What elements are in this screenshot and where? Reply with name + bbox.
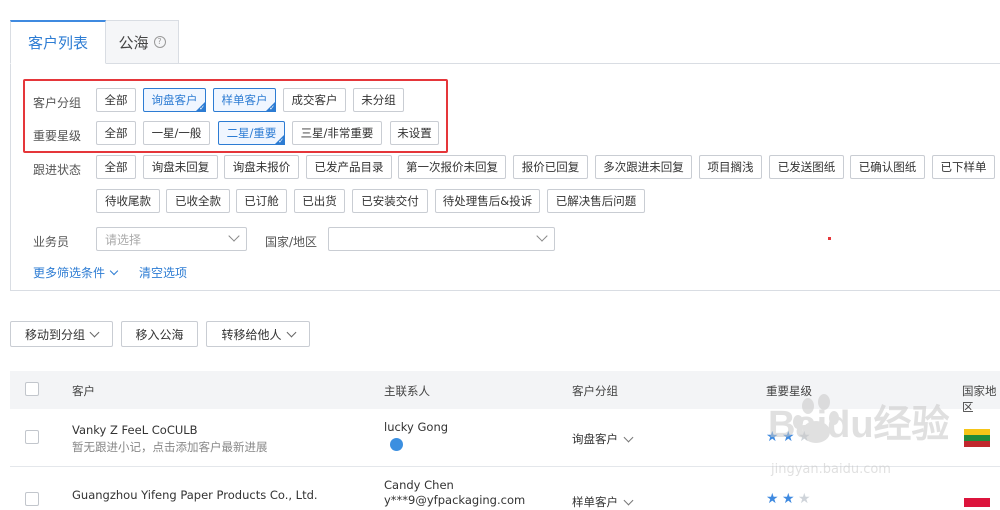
salesperson-select[interactable]: 请选择 bbox=[96, 227, 247, 251]
group-chip-deal[interactable]: 成交客户 bbox=[283, 88, 346, 112]
star-chip-one[interactable]: 一星/一般 bbox=[143, 121, 210, 145]
watermark-url: jingyan.baidu.com bbox=[771, 462, 891, 477]
group-chip-ungrouped[interactable]: 未分组 bbox=[353, 88, 404, 112]
star-chip-three[interactable]: 三星/非常重要 bbox=[292, 121, 382, 145]
filter-label-star: 重要星级 bbox=[33, 129, 82, 143]
group-chip-all[interactable]: 全部 bbox=[96, 88, 136, 112]
column-header: 主联系人 bbox=[384, 384, 430, 398]
follow-chip[interactable]: 询盘未报价 bbox=[224, 155, 299, 179]
red-dot bbox=[828, 237, 831, 240]
group-dropdown[interactable]: 样单客户 bbox=[572, 494, 634, 510]
country-select[interactable] bbox=[328, 227, 555, 251]
check-icon: ✓ bbox=[269, 104, 275, 112]
follow-chip[interactable]: 项目搁浅 bbox=[699, 155, 762, 179]
select-all-checkbox[interactable] bbox=[25, 382, 39, 396]
follow-chip[interactable]: 已发产品目录 bbox=[306, 155, 392, 179]
filter-label-group: 客户分组 bbox=[33, 96, 82, 110]
follow-chip[interactable]: 已订舱 bbox=[236, 189, 287, 213]
more-filters-link[interactable]: 更多筛选条件 bbox=[33, 264, 119, 281]
group-dropdown[interactable]: 询盘客户 bbox=[572, 431, 634, 447]
star-chip-two[interactable]: 二星/重要 ✓ bbox=[218, 121, 285, 145]
column-header: 客户 bbox=[72, 384, 95, 398]
follow-chip[interactable]: 第一次报价未回复 bbox=[398, 155, 506, 179]
help-circle-icon[interactable]: ? bbox=[153, 36, 166, 48]
tab-customer-list[interactable]: 客户列表 bbox=[10, 20, 106, 64]
chevron-down-icon bbox=[623, 432, 634, 443]
follow-chip[interactable]: 待收尾款 bbox=[96, 189, 160, 213]
follow-chip[interactable]: 已解决售后问题 bbox=[547, 189, 645, 213]
chevron-down-icon bbox=[286, 327, 296, 337]
flag-icon bbox=[964, 489, 990, 507]
tab-label: 公海 bbox=[118, 33, 149, 52]
follow-chip[interactable]: 已安装交付 bbox=[352, 189, 428, 213]
contact-avatar-icon bbox=[390, 438, 403, 451]
follow-chip[interactable]: 已收全款 bbox=[166, 189, 230, 213]
follow-chip[interactable]: 待处理售后&投诉 bbox=[435, 189, 540, 213]
follow-chip[interactable]: 报价已回复 bbox=[513, 155, 588, 179]
chevron-down-icon bbox=[228, 230, 240, 242]
customer-name[interactable]: Vanky Z FeeL CoCULB bbox=[72, 423, 198, 437]
chevron-down-icon bbox=[536, 230, 548, 242]
follow-chip[interactable]: 询盘未回复 bbox=[143, 155, 218, 179]
group-chip-inquiry[interactable]: 询盘客户 ✓ bbox=[143, 88, 206, 112]
chevron-down-icon bbox=[89, 327, 100, 337]
customer-name[interactable]: Guangzhou Yifeng Paper Products Co., Ltd… bbox=[72, 488, 318, 502]
follow-note[interactable]: 暂无跟进小记，点击添加客户最新进展 bbox=[72, 439, 268, 455]
follow-chip[interactable]: 全部 bbox=[96, 155, 136, 179]
watermark: Baidu经验 jingyan.baidu.com bbox=[768, 388, 993, 483]
tab-label: 客户列表 bbox=[27, 34, 88, 52]
row-checkbox[interactable] bbox=[25, 430, 39, 444]
contact-email[interactable]: y***9@yfpackaging.com bbox=[384, 493, 525, 507]
filter-label-follow: 跟进状态 bbox=[33, 163, 82, 177]
follow-chip[interactable]: 已发送图纸 bbox=[769, 155, 844, 179]
move-to-pool-button[interactable]: 移入公海 bbox=[121, 321, 198, 347]
column-header: 客户分组 bbox=[572, 384, 618, 398]
follow-chip[interactable]: 已下样单 bbox=[932, 155, 995, 179]
tab-public-pool[interactable]: 公海? bbox=[106, 20, 179, 64]
move-to-group-button[interactable]: 移动到分组 bbox=[10, 321, 113, 347]
filter-label-salesperson: 业务员 bbox=[33, 235, 70, 249]
follow-chip[interactable]: 已出货 bbox=[294, 189, 345, 213]
filter-label-country: 国家/地区 bbox=[265, 235, 318, 249]
contact-name[interactable]: Candy Chen bbox=[384, 478, 454, 492]
star-chip-unset[interactable]: 未设置 bbox=[390, 121, 439, 145]
follow-chip[interactable]: 已确认图纸 bbox=[850, 155, 925, 179]
group-chip-sample[interactable]: 样单客户 ✓ bbox=[213, 88, 276, 112]
check-icon: ✓ bbox=[199, 104, 205, 112]
watermark-brand: Baidu经验 bbox=[768, 404, 950, 446]
contact-name[interactable]: lucky Gong bbox=[384, 420, 448, 434]
follow-chip[interactable]: 多次跟进未回复 bbox=[595, 155, 692, 179]
check-icon: ✓ bbox=[278, 137, 284, 145]
clear-filters-link[interactable]: 清空选项 bbox=[139, 264, 187, 281]
chevron-down-icon bbox=[109, 266, 119, 276]
transfer-button[interactable]: 转移给他人 bbox=[206, 321, 310, 347]
star-chip-all[interactable]: 全部 bbox=[96, 121, 136, 145]
